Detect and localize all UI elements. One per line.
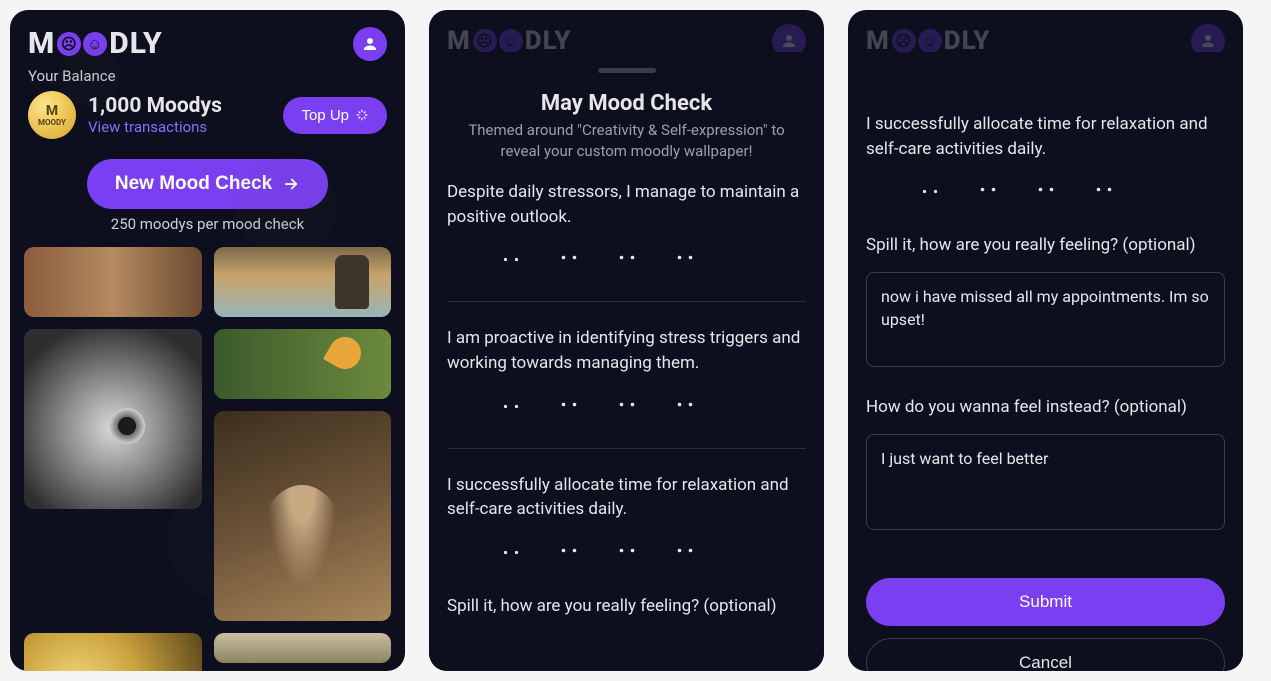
screen-home: M ☹ ☺ DLY Your Balance MMOODY 1,000 Mood…	[10, 10, 405, 671]
instead-label: How do you wanna feel instead? (optional…	[866, 395, 1225, 420]
wallpaper-gallery	[10, 233, 405, 671]
spill-textarea[interactable]	[866, 272, 1225, 368]
rating-grin[interactable]	[725, 536, 761, 572]
top-up-button[interactable]: Top Up	[283, 97, 387, 134]
rating-smile[interactable]	[667, 243, 703, 279]
question-3: I successfully allocate time for relaxat…	[447, 473, 806, 522]
sheet-title: May Mood Check	[447, 91, 806, 116]
wallpaper-thumb[interactable]	[214, 633, 392, 663]
divider	[447, 448, 806, 449]
rating-neutral[interactable]	[609, 536, 645, 572]
screen-mood-check: M☹☺DLY May Mood Check Themed around "Cre…	[429, 10, 824, 671]
sheet-grab-handle[interactable]	[598, 68, 656, 73]
rating-grin[interactable]	[725, 390, 761, 426]
wallpaper-thumb[interactable]	[214, 329, 392, 399]
rating-angry[interactable]	[493, 243, 529, 279]
rating-neutral[interactable]	[609, 390, 645, 426]
cancel-button[interactable]: Cancel	[866, 638, 1225, 671]
logo-happy-icon: ☺	[83, 32, 107, 56]
mood-check-sheet: I successfully allocate time for relaxat…	[848, 52, 1243, 671]
profile-avatar-button[interactable]	[353, 27, 387, 61]
sheet-subtitle: Themed around "Creativity & Self-express…	[447, 120, 806, 162]
instead-textarea[interactable]	[866, 434, 1225, 530]
rating-row-3	[866, 175, 1225, 211]
view-transactions-link[interactable]: View transactions	[88, 118, 222, 136]
rating-sad[interactable]	[551, 536, 587, 572]
rating-sad[interactable]	[551, 243, 587, 279]
balance-section: Your Balance MMOODY 1,000 Moodys View tr…	[10, 67, 405, 139]
question-3: I successfully allocate time for relaxat…	[866, 112, 1225, 161]
rating-neutral[interactable]	[609, 243, 645, 279]
rating-angry[interactable]	[493, 536, 529, 572]
arrow-right-icon	[282, 175, 300, 193]
sparkle-icon	[355, 108, 369, 122]
cost-note: 250 moodys per mood check	[111, 215, 304, 233]
mood-check-sheet: May Mood Check Themed around "Creativity…	[429, 52, 824, 671]
rating-row-3	[447, 536, 806, 572]
question-1: Despite daily stressors, I manage to mai…	[447, 180, 806, 229]
new-mood-check-button[interactable]: New Mood Check	[87, 159, 328, 209]
logo-sad-icon: ☹	[57, 32, 81, 56]
wallpaper-thumb[interactable]	[214, 411, 392, 621]
rating-row-1	[447, 243, 806, 279]
balance-label: Your Balance	[28, 67, 387, 85]
rating-sad[interactable]	[970, 175, 1006, 211]
submit-button[interactable]: Submit	[866, 578, 1225, 626]
wallpaper-thumb[interactable]	[214, 247, 392, 317]
question-2: I am proactive in identifying stress tri…	[447, 326, 806, 375]
spill-label: Spill it, how are you really feeling? (o…	[447, 594, 806, 619]
rating-smile[interactable]	[1086, 175, 1122, 211]
rating-angry[interactable]	[493, 390, 529, 426]
user-icon	[361, 35, 379, 53]
coin-icon: MMOODY	[28, 91, 76, 139]
app-logo: M ☹ ☺ DLY	[28, 26, 163, 61]
rating-grin[interactable]	[725, 243, 761, 279]
wallpaper-thumb[interactable]	[24, 329, 202, 509]
rating-angry[interactable]	[912, 175, 948, 211]
rating-neutral[interactable]	[1028, 175, 1064, 211]
spill-label: Spill it, how are you really feeling? (o…	[866, 233, 1225, 258]
rating-sad[interactable]	[551, 390, 587, 426]
rating-row-2	[447, 390, 806, 426]
screen-mood-check-bottom: M☹☺DLY I successfully allocate time for …	[848, 10, 1243, 671]
wallpaper-thumb[interactable]	[24, 247, 202, 317]
rating-grin[interactable]	[1144, 175, 1180, 211]
wallpaper-thumb[interactable]	[24, 633, 202, 671]
rating-smile[interactable]	[667, 390, 703, 426]
balance-amount: 1,000 Moodys	[88, 94, 222, 118]
divider	[447, 301, 806, 302]
rating-smile[interactable]	[667, 536, 703, 572]
